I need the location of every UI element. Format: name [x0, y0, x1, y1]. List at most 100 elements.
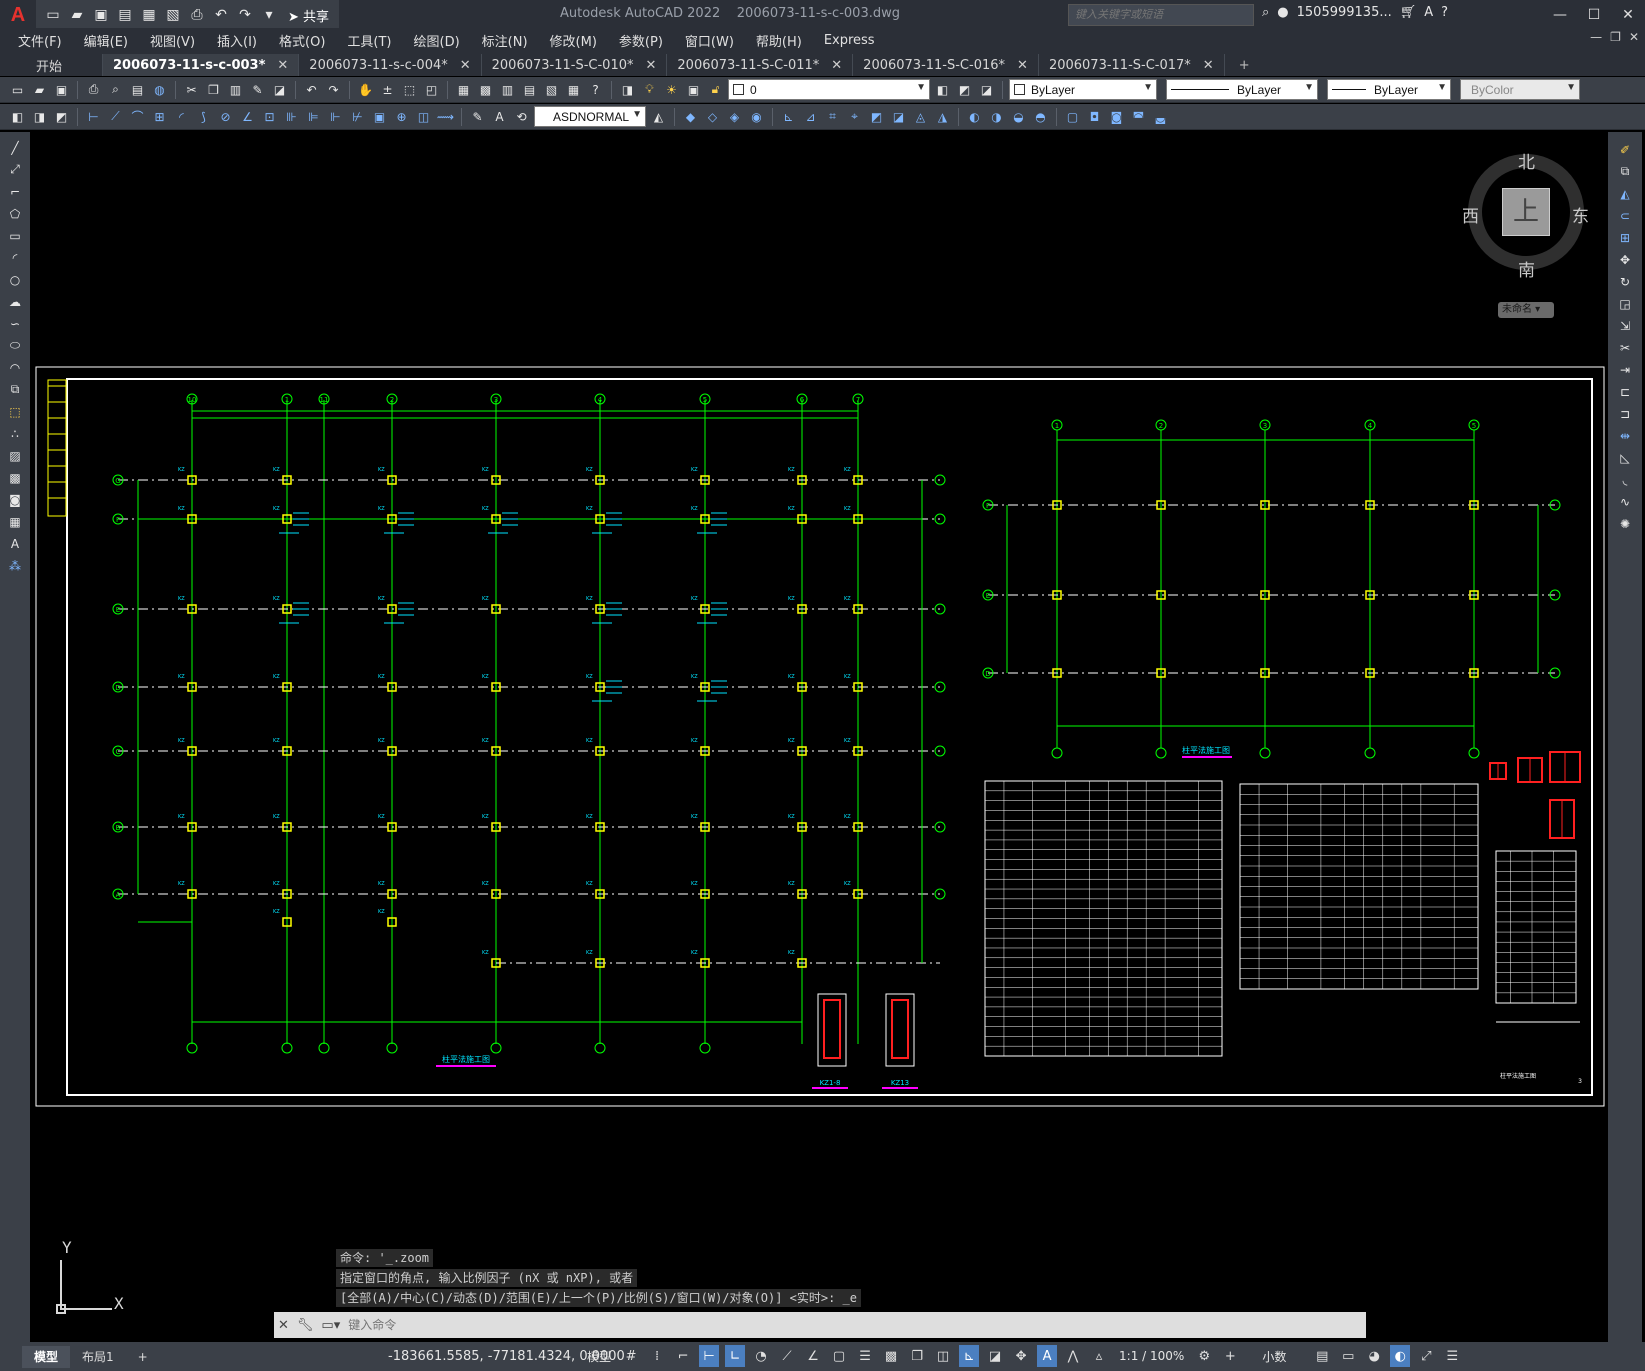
- aligned-dim-icon[interactable]: ⟋: [106, 107, 125, 126]
- lights-icon[interactable]: ◓: [1031, 107, 1050, 126]
- layout-tab-layout1[interactable]: 布局1: [70, 1346, 126, 1368]
- dimstyle-dropdown[interactable]: ASDNORMAL ▼: [534, 106, 646, 127]
- object-snap-tracking-icon[interactable]: ∠: [803, 1345, 823, 1367]
- radius-dim-icon[interactable]: ◜: [172, 107, 191, 126]
- diameter-dim-icon[interactable]: ⊘: [216, 107, 235, 126]
- tab-doc-6[interactable]: 2006073-11-S-C-017* ✕: [1039, 54, 1225, 76]
- new-icon[interactable]: ▭: [44, 6, 62, 24]
- annotation-scale-value[interactable]: 1:1 / 100%: [1115, 1349, 1188, 1363]
- layer-match-icon[interactable]: ◨: [30, 107, 49, 126]
- ucs-face-icon[interactable]: ◩: [867, 107, 886, 126]
- add-selected-icon[interactable]: ⁂: [5, 556, 25, 575]
- open-icon[interactable]: ▰: [30, 80, 49, 99]
- lineweight-icon[interactable]: ☰: [855, 1345, 875, 1367]
- annotation-monitor-icon[interactable]: +: [1220, 1345, 1240, 1367]
- block-editor-icon[interactable]: ◪: [270, 80, 289, 99]
- lock-ui-icon[interactable]: ▭: [1338, 1345, 1358, 1367]
- tab-close-icon[interactable]: ✕: [277, 58, 288, 73]
- command-input[interactable]: [348, 1318, 1249, 1332]
- rectangle-icon[interactable]: ▭: [5, 226, 25, 245]
- ucs-object-icon[interactable]: ⌖: [845, 107, 864, 126]
- trim-icon[interactable]: ✂: [1615, 338, 1635, 357]
- solid-box-icon[interactable]: ▢: [1063, 107, 1082, 126]
- recent-commands-icon[interactable]: ▭▾: [321, 1318, 340, 1333]
- dynamic-ucs-icon[interactable]: ⊾: [959, 1345, 980, 1367]
- menu-dimension[interactable]: 标注(N): [474, 31, 542, 50]
- clean-screen-icon[interactable]: ⤢: [1416, 1345, 1436, 1367]
- export-icon[interactable]: ▧: [164, 6, 182, 24]
- drawing-canvas[interactable]: 10 1 11 2 3 4 5 6 7 G F E D C B A KZ KZ KZ KZ KZ KZ KZ KZ KZ KZ KZ…: [30, 132, 1608, 1342]
- menu-help[interactable]: 帮助(H): [748, 31, 816, 50]
- dim-update-icon[interactable]: ⟲: [512, 107, 531, 126]
- match-properties-icon[interactable]: ✎: [248, 80, 267, 99]
- doc-restore-button[interactable]: ❐: [1610, 30, 1621, 44]
- materials-icon[interactable]: ◒: [1009, 107, 1028, 126]
- layer-walk-icon[interactable]: ◧: [8, 107, 27, 126]
- revcloud-icon[interactable]: ☁: [5, 292, 25, 311]
- design-center-icon[interactable]: ▩: [476, 80, 495, 99]
- arc-icon[interactable]: ◜: [5, 248, 25, 267]
- construction-line-icon[interactable]: ⤢: [5, 160, 25, 179]
- make-current-layer-icon[interactable]: ◧: [933, 80, 952, 99]
- color-dropdown[interactable]: ByLayer ▼: [1009, 79, 1157, 100]
- 3d-osnap-icon[interactable]: ◫: [933, 1345, 953, 1367]
- layer-previous-icon[interactable]: ◩: [955, 80, 974, 99]
- break-icon[interactable]: ⊐: [1615, 404, 1635, 423]
- stretch-icon[interactable]: ⇲: [1615, 316, 1635, 335]
- app-menu-button[interactable]: A: [0, 0, 36, 30]
- ucs-origin-icon[interactable]: ⌗: [823, 107, 842, 126]
- grid-icon[interactable]: #: [621, 1345, 641, 1367]
- fillet-icon[interactable]: ◟: [1615, 470, 1635, 489]
- tab-doc-5[interactable]: 2006073-11-S-C-016* ✕: [853, 54, 1039, 76]
- inspection-icon[interactable]: ◫: [414, 107, 433, 126]
- layer-states-icon[interactable]: ◪: [977, 80, 996, 99]
- 3d-print-icon[interactable]: ◍: [150, 80, 169, 99]
- menu-edit[interactable]: 编辑(E): [76, 31, 142, 50]
- break-at-point-icon[interactable]: ⊏: [1615, 382, 1635, 401]
- solid-union-icon[interactable]: ◙: [1107, 107, 1126, 126]
- cut-icon[interactable]: ✂: [182, 80, 201, 99]
- polyline-icon[interactable]: ⌐: [5, 182, 25, 201]
- compass-west[interactable]: 西: [1462, 202, 1479, 227]
- solid-subtract-icon[interactable]: ◚: [1129, 107, 1148, 126]
- move-icon[interactable]: ✥: [1615, 250, 1635, 269]
- search-input[interactable]: [1068, 4, 1254, 26]
- new-tab-button[interactable]: +: [1225, 54, 1264, 76]
- doc-close-button[interactable]: ✕: [1629, 30, 1639, 44]
- units-value[interactable]: 小数: [1246, 1348, 1306, 1365]
- tab-doc-1[interactable]: 2006073-11-s-c-003* ✕: [103, 54, 300, 76]
- save-icon[interactable]: ▣: [92, 6, 110, 24]
- pan-icon[interactable]: ✋: [356, 80, 375, 99]
- quick-properties-icon[interactable]: ▤: [1312, 1345, 1332, 1367]
- infer-constraints-icon[interactable]: ⌐: [673, 1345, 693, 1367]
- object-snap-icon[interactable]: ▢: [829, 1345, 849, 1367]
- erase-icon[interactable]: ✐: [1615, 140, 1635, 159]
- menu-tools[interactable]: 工具(T): [339, 31, 405, 50]
- selection-cycling-icon[interactable]: ❐: [907, 1345, 927, 1367]
- isometric-icon[interactable]: ⟋: [777, 1345, 797, 1367]
- minimize-button[interactable]: —: [1543, 0, 1577, 30]
- tab-close-icon[interactable]: ✕: [1017, 58, 1028, 73]
- plot-icon[interactable]: ⎙: [84, 80, 103, 99]
- wcs-menu[interactable]: 未命名 ▾: [1498, 302, 1554, 318]
- compass-east[interactable]: 东: [1572, 202, 1589, 227]
- zoom-window-icon[interactable]: ⬚: [400, 80, 419, 99]
- close-button[interactable]: ✕: [1611, 0, 1645, 30]
- tab-close-icon[interactable]: ✕: [1203, 58, 1214, 73]
- jogged-dim-icon[interactable]: ⟆: [194, 107, 213, 126]
- menu-format[interactable]: 格式(O): [271, 31, 339, 50]
- angular-dim-icon[interactable]: ∠: [238, 107, 257, 126]
- plot-icon[interactable]: ⎙: [188, 6, 206, 24]
- copy-icon[interactable]: ❐: [204, 80, 223, 99]
- tab-doc-2[interactable]: 2006073-11-s-c-004* ✕: [299, 54, 482, 76]
- ellipse-icon[interactable]: ⬭: [5, 336, 25, 355]
- center-mark-icon[interactable]: ⊕: [392, 107, 411, 126]
- ucs-world-icon[interactable]: ⊿: [801, 107, 820, 126]
- continue-dim-icon[interactable]: ⊫: [304, 107, 323, 126]
- workspace-gear-icon[interactable]: ⚙: [1194, 1345, 1214, 1367]
- ellipse-arc-icon[interactable]: ◠: [5, 358, 25, 377]
- make-block-icon[interactable]: ⬚: [5, 402, 25, 421]
- menu-express[interactable]: Express: [816, 33, 889, 48]
- ucs-icon[interactable]: ⊾: [779, 107, 798, 126]
- close-icon[interactable]: ✕: [278, 1318, 289, 1333]
